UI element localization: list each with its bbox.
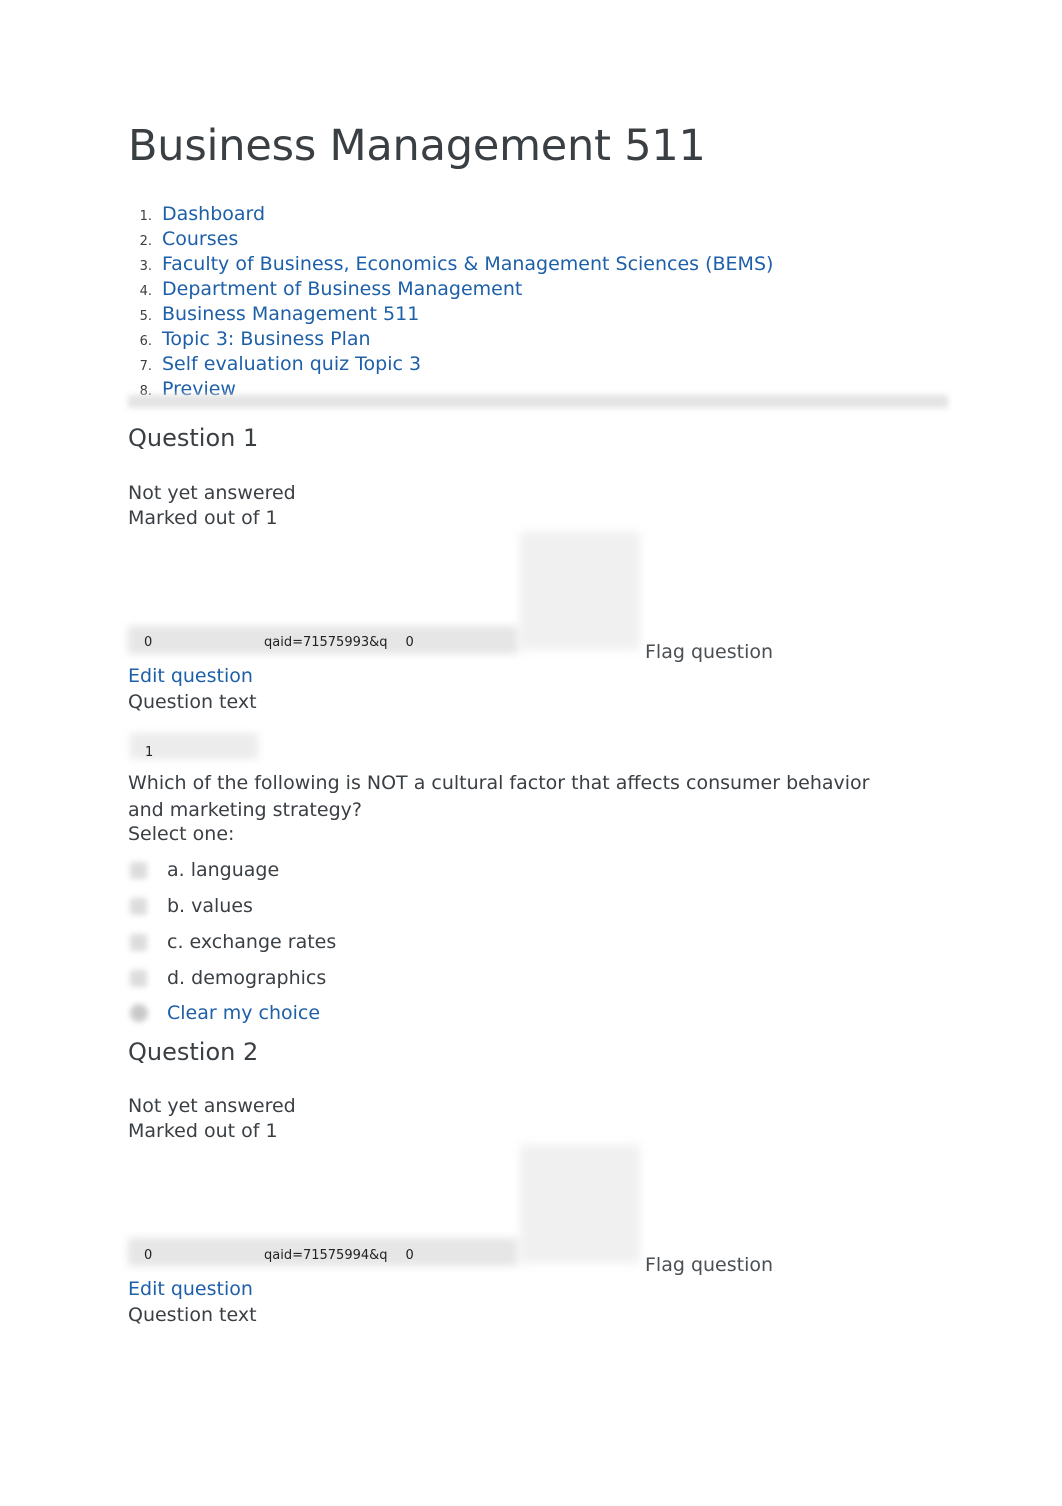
option-label-c: c. exchange rates	[167, 931, 337, 953]
question-2-qaid-row: 0 qaid=71575994&q 0	[144, 1245, 414, 1265]
breadcrumb-index: 6.	[139, 334, 152, 349]
option-row-c[interactable]: c. exchange rates	[128, 924, 628, 960]
question-1-qaid-right-value: 0	[405, 634, 414, 650]
question-1-marks: Marked out of 1	[128, 507, 278, 529]
breadcrumb-item-courses: 2. Courses	[128, 227, 968, 252]
question-2-edit-link[interactable]: Edit question	[128, 1278, 253, 1300]
page-title: Business Management 511	[128, 121, 706, 171]
breadcrumb-item-topic: 6. Topic 3: Business Plan	[128, 327, 968, 352]
radio-button-icon-b[interactable]	[130, 897, 147, 915]
question-2-broken-image-placeholder	[520, 1145, 640, 1263]
breadcrumb-item-department: 4. Department of Business Management	[128, 277, 968, 302]
question-1-status: Not yet answered	[128, 482, 296, 504]
question-1-heading: Question 1	[128, 424, 259, 452]
question-1-select-one-label: Select one:	[128, 823, 235, 845]
question-2-qaid-left-value: 0	[144, 1247, 153, 1263]
breadcrumb-link-department[interactable]: Department of Business Management	[162, 277, 522, 302]
breadcrumb-link-courses[interactable]: Courses	[162, 227, 238, 252]
option-row-b[interactable]: b. values	[128, 888, 628, 924]
question-1-qaid-row: 0 qaid=71575993&q 0	[144, 632, 414, 652]
question-1-flag-question[interactable]: Flag question	[645, 641, 773, 663]
radio-button-icon-a[interactable]	[130, 861, 147, 879]
content-divider	[128, 395, 948, 408]
option-label-a: a. language	[167, 859, 280, 881]
breadcrumb-item-dashboard: 1. Dashboard	[128, 202, 968, 227]
question-1-qaid-left-value: 0	[144, 634, 153, 650]
breadcrumb-item-quiz: 7. Self evaluation quiz Topic 3	[128, 352, 968, 377]
question-2-qaid-text: qaid=71575994&q	[264, 1247, 388, 1263]
option-label-b: b. values	[167, 895, 253, 917]
breadcrumb-index: 4.	[139, 284, 152, 299]
flag-question-label: Flag question	[645, 1254, 774, 1276]
question-2-status: Not yet answered	[128, 1095, 296, 1117]
question-1-edit-link[interactable]: Edit question	[128, 665, 253, 687]
question-2-qaid-right-value: 0	[405, 1247, 414, 1263]
question-1-broken-image-placeholder	[520, 532, 640, 650]
question-1-question-text-label: Question text	[128, 691, 257, 713]
breadcrumb: 1. Dashboard 2. Courses 3. Faculty of Bu…	[128, 202, 968, 402]
question-1-options: a. language b. values c. exchange rates …	[128, 852, 628, 1030]
question-2-heading: Question 2	[128, 1038, 259, 1066]
breadcrumb-index: 2.	[139, 234, 152, 249]
breadcrumb-item-course: 5. Business Management 511	[128, 302, 968, 327]
question-1-qaid-text: qaid=71575993&q	[264, 634, 388, 650]
quiz-preview-page: Business Management 511 1. Dashboard 2. …	[0, 0, 1062, 1506]
breadcrumb-index: 3.	[139, 259, 152, 274]
breadcrumb-index: 7.	[139, 359, 152, 374]
breadcrumb-link-quiz[interactable]: Self evaluation quiz Topic 3	[162, 352, 421, 377]
question-2-marks: Marked out of 1	[128, 1120, 278, 1142]
question-2-flag-question[interactable]: Flag question	[645, 1254, 773, 1276]
breadcrumb-link-topic[interactable]: Topic 3: Business Plan	[162, 327, 371, 352]
option-label-d: d. demographics	[167, 967, 327, 989]
radio-button-icon-c[interactable]	[130, 933, 147, 951]
question-1-body-text: Which of the following is NOT a cultural…	[128, 772, 870, 821]
radio-button-icon-d[interactable]	[130, 969, 147, 987]
clear-choice-radio-icon[interactable]	[130, 1004, 148, 1022]
breadcrumb-link-faculty[interactable]: Faculty of Business, Economics & Managem…	[162, 252, 773, 277]
breadcrumb-index: 1.	[139, 209, 152, 224]
breadcrumb-item-faculty: 3. Faculty of Business, Economics & Mana…	[128, 252, 968, 277]
option-row-a[interactable]: a. language	[128, 852, 628, 888]
flag-question-label: Flag question	[645, 641, 774, 663]
breadcrumb-link-dashboard[interactable]: Dashboard	[162, 202, 265, 227]
breadcrumb-link-course[interactable]: Business Management 511	[162, 302, 419, 327]
clear-my-choice-link[interactable]: Clear my choice	[167, 1002, 320, 1024]
clear-my-choice-row[interactable]: Clear my choice	[128, 996, 628, 1030]
question-1-number-marker: 1	[145, 745, 154, 760]
option-row-d[interactable]: d. demographics	[128, 960, 628, 996]
question-2-question-text-label: Question text	[128, 1304, 257, 1326]
breadcrumb-index: 5.	[139, 309, 152, 324]
